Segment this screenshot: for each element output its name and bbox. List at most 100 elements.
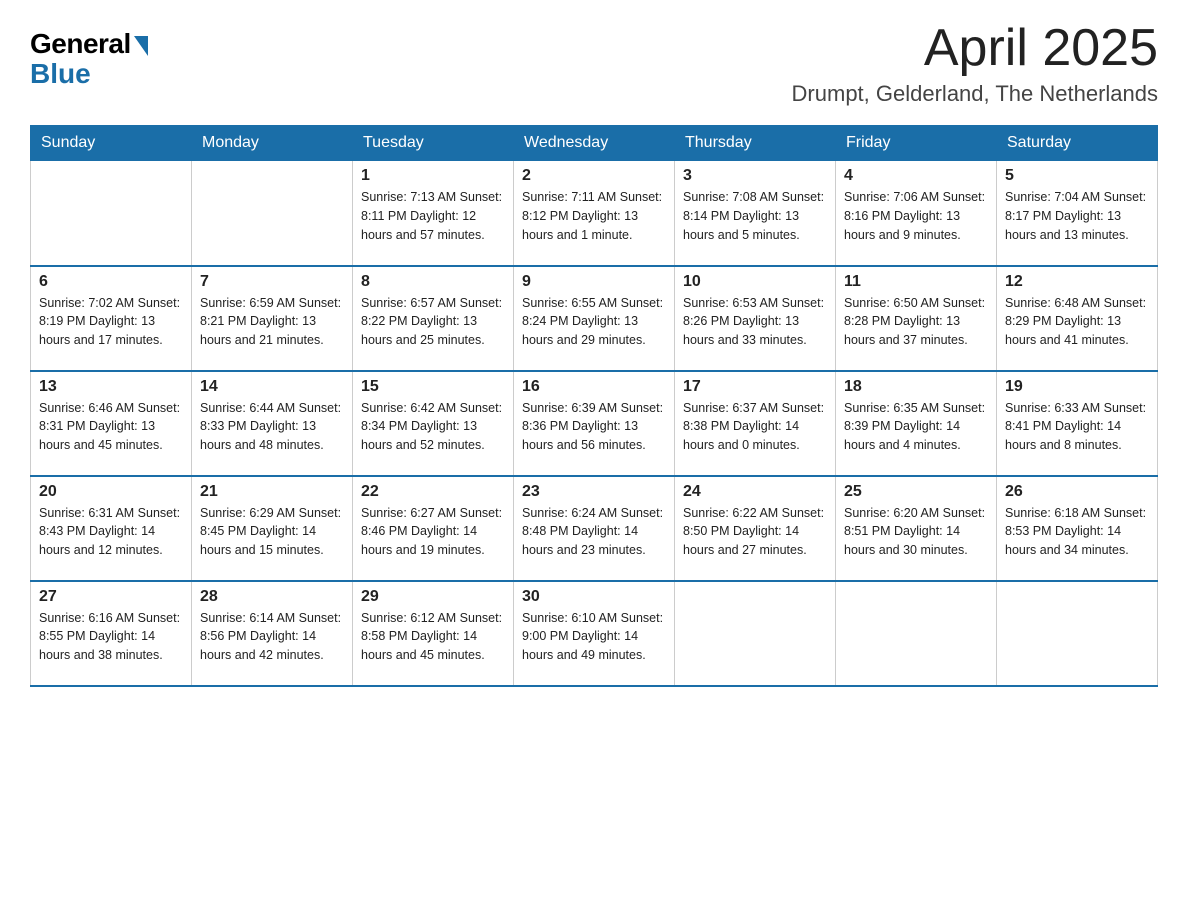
- calendar-week-row: 1 Sunrise: 7:13 AM Sunset: 8:11 PM Daylig…: [31, 161, 1158, 266]
- logo-general-text: General: [30, 28, 131, 60]
- weekday-header-wednesday: Wednesday: [514, 126, 675, 161]
- day-number: 10: [683, 273, 827, 291]
- calendar-cell: 17Sunrise: 6:37 AM Sunset: 8:38 PM Dayli…: [675, 371, 836, 476]
- calendar-week-row: 6Sunrise: 7:02 AM Sunset: 8:19 PM Daylig…: [31, 266, 1158, 371]
- day-number: 30: [522, 588, 666, 606]
- day-info: Sunrise: 6:48 AM Sunset: 8:29 PM Dayligh…: [1005, 294, 1149, 350]
- day-info: Sunrise: 7:11 AM Sunset: 8:12 PM Dayligh…: [522, 188, 666, 244]
- day-number: 16: [522, 378, 666, 396]
- day-info: Sunrise: 6:59 AM Sunset: 8:21 PM Dayligh…: [200, 294, 344, 350]
- day-info: Sunrise: 6:35 AM Sunset: 8:39 PM Dayligh…: [844, 399, 988, 455]
- calendar-cell: 9 Sunrise: 6:55 AM Sunset: 8:24 PM Daylig…: [514, 266, 675, 371]
- calendar-cell: [192, 161, 353, 266]
- calendar-cell: 29 Sunrise: 6:12 AM Sunset: 8:58 PM Dayli…: [353, 581, 514, 686]
- day-number: 23: [522, 483, 666, 501]
- calendar-cell: 14Sunrise: 6:44 AM Sunset: 8:33 PM Dayli…: [192, 371, 353, 476]
- day-info: Sunrise: 6:12 AM Sunset: 8:58 PM Dayligh…: [361, 609, 505, 665]
- day-number: 9: [522, 273, 666, 291]
- location-title: Drumpt, Gelderland, The Netherlands: [792, 81, 1158, 107]
- day-info: Sunrise: 6:31 AM Sunset: 8:43 PM Dayligh…: [39, 504, 183, 560]
- calendar-cell: 20 Sunrise: 6:31 AM Sunset: 8:43 PM Dayli…: [31, 476, 192, 581]
- day-info: Sunrise: 6:14 AM Sunset: 8:56 PM Dayligh…: [200, 609, 344, 665]
- day-info: Sunrise: 6:16 AM Sunset: 8:55 PM Dayligh…: [39, 609, 183, 665]
- weekday-header-monday: Monday: [192, 126, 353, 161]
- calendar-cell: [675, 581, 836, 686]
- calendar-week-row: 20 Sunrise: 6:31 AM Sunset: 8:43 PM Dayli…: [31, 476, 1158, 581]
- calendar-cell: 6Sunrise: 7:02 AM Sunset: 8:19 PM Daylig…: [31, 266, 192, 371]
- day-number: 18: [844, 378, 988, 396]
- calendar-cell: 5Sunrise: 7:04 AM Sunset: 8:17 PM Daylig…: [997, 161, 1158, 266]
- day-number: 1: [361, 167, 505, 185]
- calendar-cell: 10 Sunrise: 6:53 AM Sunset: 8:26 PM Dayli…: [675, 266, 836, 371]
- day-number: 8: [361, 273, 505, 291]
- calendar-cell: 3Sunrise: 7:08 AM Sunset: 8:14 PM Daylig…: [675, 161, 836, 266]
- calendar-table: SundayMondayTuesdayWednesdayThursdayFrid…: [30, 125, 1158, 687]
- calendar-cell: 13 Sunrise: 6:46 AM Sunset: 8:31 PM Dayli…: [31, 371, 192, 476]
- calendar-cell: 18 Sunrise: 6:35 AM Sunset: 8:39 PM Dayli…: [836, 371, 997, 476]
- day-number: 13: [39, 378, 183, 396]
- calendar-cell: 24Sunrise: 6:22 AM Sunset: 8:50 PM Dayli…: [675, 476, 836, 581]
- calendar-cell: 26Sunrise: 6:18 AM Sunset: 8:53 PM Dayli…: [997, 476, 1158, 581]
- day-number: 19: [1005, 378, 1149, 396]
- logo-blue-text: Blue: [30, 58, 91, 90]
- page-header: General Blue April 2025 Drumpt, Gelderla…: [30, 20, 1158, 107]
- day-info: Sunrise: 6:55 AM Sunset: 8:24 PM Dayligh…: [522, 294, 666, 350]
- day-number: 20: [39, 483, 183, 501]
- day-info: Sunrise: 7:13 AM Sunset: 8:11 PM Dayligh…: [361, 188, 505, 244]
- calendar-cell: 15 Sunrise: 6:42 AM Sunset: 8:34 PM Dayli…: [353, 371, 514, 476]
- logo-top: General: [30, 28, 148, 60]
- calendar-cell: 30 Sunrise: 6:10 AM Sunset: 9:00 PM Dayli…: [514, 581, 675, 686]
- day-number: 22: [361, 483, 505, 501]
- weekday-header-thursday: Thursday: [675, 126, 836, 161]
- day-info: Sunrise: 6:20 AM Sunset: 8:51 PM Dayligh…: [844, 504, 988, 560]
- day-number: 7: [200, 273, 344, 291]
- day-number: 27: [39, 588, 183, 606]
- calendar-cell: 19Sunrise: 6:33 AM Sunset: 8:41 PM Dayli…: [997, 371, 1158, 476]
- day-number: 3: [683, 167, 827, 185]
- calendar-cell: 25 Sunrise: 6:20 AM Sunset: 8:51 PM Dayli…: [836, 476, 997, 581]
- weekday-header-tuesday: Tuesday: [353, 126, 514, 161]
- day-info: Sunrise: 6:37 AM Sunset: 8:38 PM Dayligh…: [683, 399, 827, 455]
- weekday-header-sunday: Sunday: [31, 126, 192, 161]
- day-number: 29: [361, 588, 505, 606]
- day-number: 12: [1005, 273, 1149, 291]
- day-number: 25: [844, 483, 988, 501]
- calendar-week-row: 13 Sunrise: 6:46 AM Sunset: 8:31 PM Dayli…: [31, 371, 1158, 476]
- month-title: April 2025: [792, 20, 1158, 77]
- calendar-cell: 4Sunrise: 7:06 AM Sunset: 8:16 PM Daylig…: [836, 161, 997, 266]
- calendar-body: 1 Sunrise: 7:13 AM Sunset: 8:11 PM Daylig…: [31, 161, 1158, 686]
- day-number: 21: [200, 483, 344, 501]
- calendar-cell: [31, 161, 192, 266]
- day-info: Sunrise: 6:22 AM Sunset: 8:50 PM Dayligh…: [683, 504, 827, 560]
- calendar-cell: 22 Sunrise: 6:27 AM Sunset: 8:46 PM Dayli…: [353, 476, 514, 581]
- calendar-cell: 28Sunrise: 6:14 AM Sunset: 8:56 PM Dayli…: [192, 581, 353, 686]
- calendar-week-row: 27 Sunrise: 6:16 AM Sunset: 8:55 PM Dayli…: [31, 581, 1158, 686]
- day-info: Sunrise: 6:24 AM Sunset: 8:48 PM Dayligh…: [522, 504, 666, 560]
- calendar-cell: 12 Sunrise: 6:48 AM Sunset: 8:29 PM Dayli…: [997, 266, 1158, 371]
- weekday-header-friday: Friday: [836, 126, 997, 161]
- day-info: Sunrise: 6:10 AM Sunset: 9:00 PM Dayligh…: [522, 609, 666, 665]
- day-info: Sunrise: 6:27 AM Sunset: 8:46 PM Dayligh…: [361, 504, 505, 560]
- day-info: Sunrise: 6:50 AM Sunset: 8:28 PM Dayligh…: [844, 294, 988, 350]
- day-info: Sunrise: 6:53 AM Sunset: 8:26 PM Dayligh…: [683, 294, 827, 350]
- day-number: 6: [39, 273, 183, 291]
- day-number: 2: [522, 167, 666, 185]
- calendar-header: SundayMondayTuesdayWednesdayThursdayFrid…: [31, 126, 1158, 161]
- day-info: Sunrise: 6:46 AM Sunset: 8:31 PM Dayligh…: [39, 399, 183, 455]
- weekday-header-saturday: Saturday: [997, 126, 1158, 161]
- day-info: Sunrise: 6:57 AM Sunset: 8:22 PM Dayligh…: [361, 294, 505, 350]
- day-info: Sunrise: 6:42 AM Sunset: 8:34 PM Dayligh…: [361, 399, 505, 455]
- day-number: 26: [1005, 483, 1149, 501]
- calendar-cell: 2 Sunrise: 7:11 AM Sunset: 8:12 PM Daylig…: [514, 161, 675, 266]
- calendar-cell: 7 Sunrise: 6:59 AM Sunset: 8:21 PM Daylig…: [192, 266, 353, 371]
- day-info: Sunrise: 6:44 AM Sunset: 8:33 PM Dayligh…: [200, 399, 344, 455]
- day-number: 4: [844, 167, 988, 185]
- calendar-cell: 21Sunrise: 6:29 AM Sunset: 8:45 PM Dayli…: [192, 476, 353, 581]
- calendar-cell: [997, 581, 1158, 686]
- calendar-cell: 8 Sunrise: 6:57 AM Sunset: 8:22 PM Daylig…: [353, 266, 514, 371]
- logo-arrow-icon: [134, 36, 148, 56]
- day-number: 15: [361, 378, 505, 396]
- logo: General Blue: [30, 20, 148, 90]
- day-info: Sunrise: 6:39 AM Sunset: 8:36 PM Dayligh…: [522, 399, 666, 455]
- calendar-cell: 11Sunrise: 6:50 AM Sunset: 8:28 PM Dayli…: [836, 266, 997, 371]
